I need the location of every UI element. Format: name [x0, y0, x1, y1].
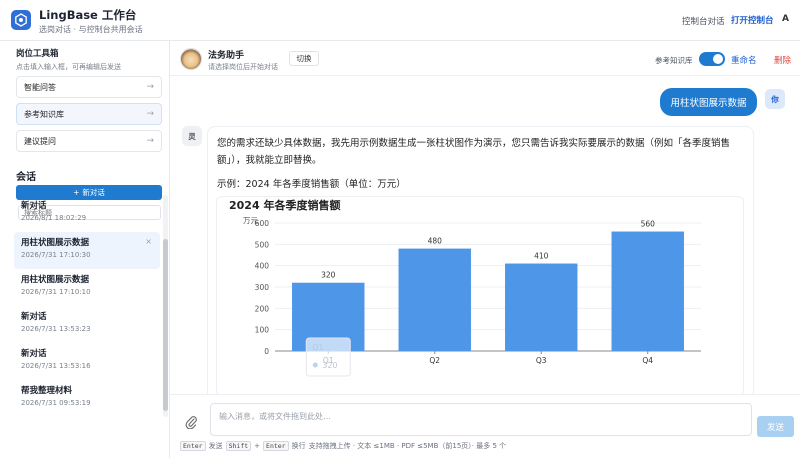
- arrow-right-icon: →: [146, 82, 154, 92]
- enter-key: Enter: [263, 441, 289, 451]
- message-input[interactable]: 输入消息，或将文件拖到此处…: [210, 403, 752, 436]
- session-name: 新对话: [21, 349, 47, 359]
- y-tick-label: 100: [255, 326, 270, 335]
- delete-button[interactable]: 删除: [774, 54, 791, 66]
- user-message-bubble: 用柱状图展示数据: [660, 88, 757, 116]
- y-tick-label: 300: [255, 283, 270, 292]
- toolbox-subtitle: 点击填入输入框，可再编辑后发送: [16, 63, 121, 71]
- ai-message-card: 您的需求还缺少具体数据，我先用示例数据生成一张柱状图作为演示，您只需告诉我实际要…: [207, 126, 754, 401]
- session-name: 新对话: [21, 201, 47, 211]
- tool-smart-qa[interactable]: 智能问答 →: [16, 76, 162, 98]
- hint-send: 发送: [208, 442, 223, 450]
- ai-example-text: 示例：2024 年各季度销售额（单位：万元）: [217, 179, 406, 190]
- chart-title: 2024 年各季度销售额: [229, 198, 340, 212]
- sessions-title: 会话: [16, 172, 36, 183]
- app-subtitle: 选岗对话 · 与控制台共用会话: [39, 25, 143, 34]
- close-icon[interactable]: ×: [145, 237, 152, 246]
- bar-value-label: 410: [534, 252, 549, 261]
- kb-toggle[interactable]: [699, 52, 725, 66]
- tool-label: 参考知识库: [24, 109, 64, 119]
- session-list: 新对话 2026/8/1 18:02:29 用柱状图展示数据 2026/7/31 1…: [14, 195, 160, 417]
- user-message-avatar: 你: [765, 89, 785, 109]
- app-root: LingBase 工作台 选岗对话 · 与控制台共用会话 控制台对话 打开控制台…: [0, 0, 800, 458]
- session-item[interactable]: 用柱状图展示数据 2026/7/31 17:10:30 ×: [14, 232, 160, 269]
- hint-newline: 换行: [291, 442, 306, 450]
- x-tick-label: Q4: [642, 356, 653, 365]
- session-date: 2026/7/31 13:53:23: [21, 325, 91, 333]
- ai-message-text: 您的需求还缺少具体数据，我先用示例数据生成一张柱状图作为演示，您只需告诉我实际要…: [217, 138, 731, 166]
- tool-reference-kb[interactable]: 参考知识库 →: [16, 103, 162, 125]
- bar-value-label: 560: [641, 220, 656, 229]
- bot-subtitle: 请选择岗位后开始对话: [208, 63, 278, 71]
- ai-avatar: 灵: [182, 126, 202, 146]
- enter-key: Enter: [180, 441, 206, 451]
- send-button[interactable]: 发送: [757, 416, 794, 437]
- bar-value-label: 480: [428, 237, 443, 246]
- chart-card: 2024 年各季度销售额万元0100200300400500600320Q148…: [216, 196, 744, 396]
- switch-role-button[interactable]: 切换: [289, 51, 319, 66]
- y-tick-label: 200: [255, 304, 270, 313]
- bot-avatar: [180, 48, 202, 70]
- tooltip-series-dot: [312, 362, 318, 368]
- session-name: 用柱状图展示数据: [21, 275, 90, 285]
- session-item[interactable]: 用柱状图展示数据 2026/7/31 17:10:10: [14, 269, 160, 306]
- session-date: 2026/7/31 17:10:10: [21, 288, 91, 296]
- chart-bar: [505, 263, 578, 351]
- session-item[interactable]: 新对话 2026/7/31 13:53:16: [14, 343, 160, 380]
- hint-plus: +: [254, 442, 261, 450]
- attach-icon[interactable]: [185, 415, 197, 432]
- tool-label: 建议提问: [24, 136, 56, 146]
- chart-bar: [611, 231, 684, 351]
- tool-suggest-question[interactable]: 建议提问 →: [16, 130, 162, 152]
- session-date: 2026/8/1 18:02:29: [21, 214, 87, 222]
- x-tick-label: Q2: [429, 356, 440, 365]
- y-tick-label: 0: [264, 347, 269, 356]
- session-date: 2026/7/31 17:10:30: [21, 251, 91, 259]
- tooltip-value: 320: [322, 361, 337, 370]
- arrow-right-icon: →: [146, 136, 154, 146]
- tooltip-category: Q1: [312, 343, 323, 352]
- console-chat-link[interactable]: 控制台对话: [682, 15, 725, 27]
- bot-name: 法务助手: [208, 51, 245, 61]
- chart-bar: [398, 248, 471, 351]
- hint-upload-info: 支持拖拽上传 · 文本 ≤1MB · PDF ≤5MB（前15页）· 最多 5 …: [308, 442, 507, 450]
- toggle-knob: [713, 54, 723, 64]
- y-tick-label: 500: [255, 240, 270, 249]
- composer-hint: Enter 发送 Shift + Enter 换行 支持拖拽上传 · 文本 ≤1…: [180, 441, 506, 451]
- open-console-link[interactable]: 打开控制台: [731, 14, 774, 26]
- app-logo-icon: [11, 10, 31, 30]
- bar-chart: 2024 年各季度销售额万元0100200300400500600320Q148…: [229, 198, 701, 377]
- chat-header: 法务助手 请选择岗位后开始对话 切换 参考知识库 重命名 删除: [170, 41, 800, 76]
- shift-key: Shift: [225, 441, 252, 451]
- session-name: 新对话: [21, 312, 47, 322]
- x-tick-label: Q3: [536, 356, 547, 365]
- session-item[interactable]: 帮我整理材料 2026/7/31 09:53:19: [14, 380, 160, 417]
- user-avatar[interactable]: A: [782, 14, 789, 24]
- composer: 输入消息，或将文件拖到此处… 发送 Enter 发送 Shift + Enter…: [170, 394, 800, 458]
- top-bar: LingBase 工作台 选岗对话 · 与控制台共用会话 控制台对话 打开控制台…: [0, 0, 800, 41]
- bar-value-label: 320: [321, 271, 336, 280]
- session-item[interactable]: 新对话 2026/7/31 13:53:23: [14, 306, 160, 343]
- session-name: 帮我整理材料: [21, 386, 73, 396]
- toolbox-title: 岗位工具箱: [16, 49, 59, 59]
- session-item[interactable]: 新对话 2026/8/1 18:02:29: [14, 195, 160, 232]
- session-date: 2026/7/31 13:53:16: [21, 362, 91, 370]
- rename-button[interactable]: 重命名: [731, 54, 757, 66]
- kb-toggle-label: 参考知识库: [655, 56, 693, 65]
- y-tick-label: 400: [255, 262, 270, 271]
- y-tick-label: 600: [255, 219, 270, 228]
- session-date: 2026/7/31 09:53:19: [21, 399, 91, 407]
- tool-label: 智能问答: [24, 82, 56, 92]
- session-name: 用柱状图展示数据: [21, 238, 90, 248]
- arrow-right-icon: →: [146, 109, 154, 119]
- app-title: LingBase 工作台: [39, 8, 137, 22]
- session-scrollbar-thumb[interactable]: [163, 239, 168, 411]
